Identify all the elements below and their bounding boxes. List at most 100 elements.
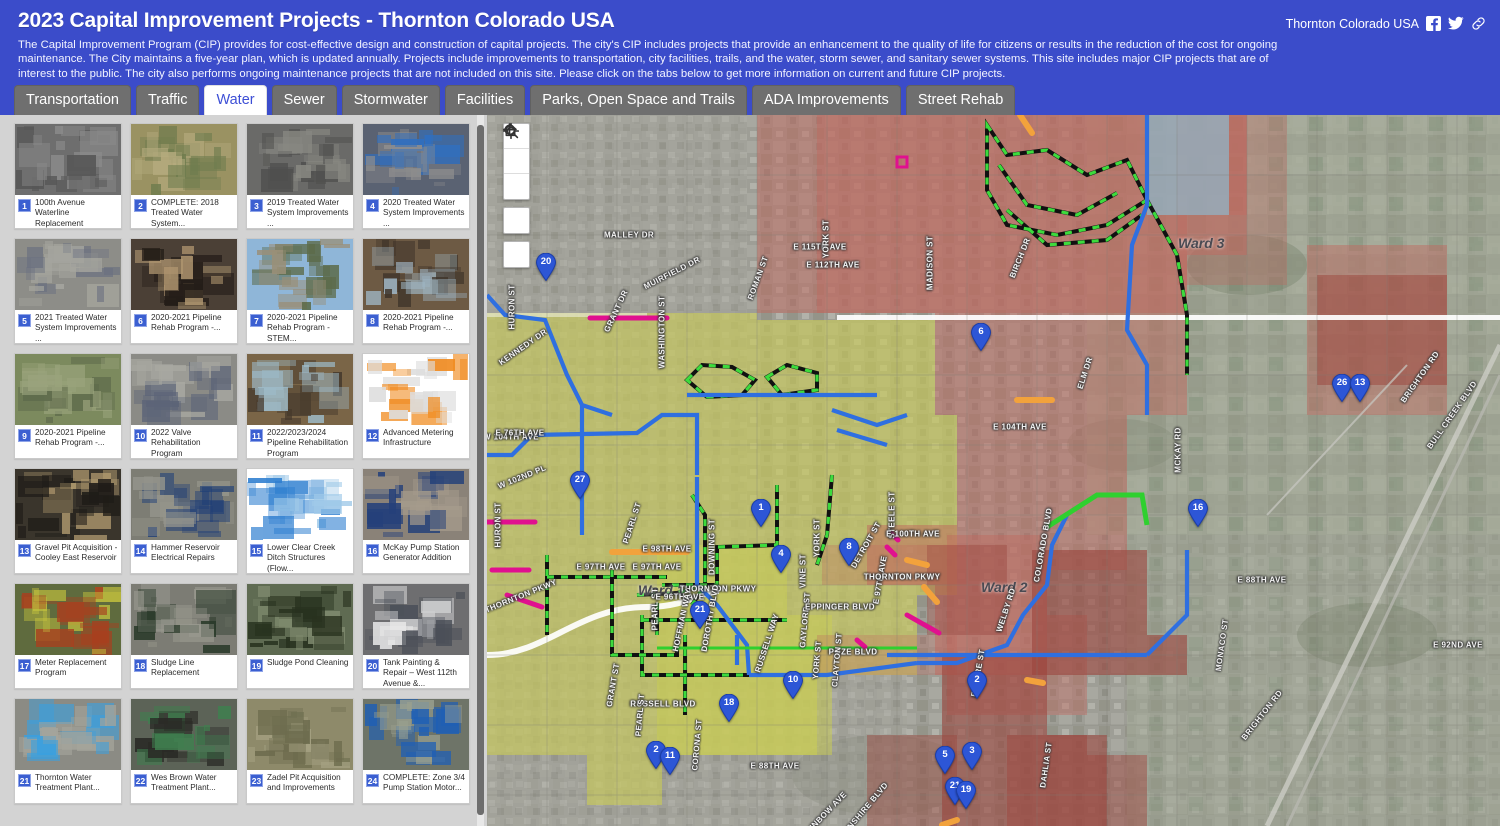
project-thumbnail[interactable] xyxy=(131,239,237,310)
project-number-badge: 7 xyxy=(250,314,263,327)
tab-transportation[interactable]: Transportation xyxy=(14,84,131,115)
project-card[interactable]: 5 2021 Treated Water System Improvements … xyxy=(14,238,122,344)
project-thumbnail[interactable] xyxy=(247,699,353,770)
project-caption: 4 2020 Treated Water System Improvements … xyxy=(363,195,469,228)
project-thumbnail[interactable] xyxy=(247,469,353,540)
map-marker[interactable]: 3 xyxy=(961,742,983,770)
project-card[interactable]: 24 COMPLETE: Zone 3/4 Pump Station Motor.… xyxy=(362,698,470,804)
project-thumbnail[interactable] xyxy=(247,354,353,425)
map-marker[interactable]: 5 xyxy=(934,746,956,774)
project-card[interactable]: 12 Advanced Metering Infrastructure xyxy=(362,353,470,459)
project-card[interactable]: 22 Wes Brown Water Treatment Plant... xyxy=(130,698,238,804)
project-title: Lower Clear Creek Ditch Structures (Flow… xyxy=(267,543,336,573)
home-button[interactable] xyxy=(503,123,529,174)
project-thumbnail[interactable] xyxy=(15,354,121,425)
project-card[interactable]: 4 2020 Treated Water System Improvements … xyxy=(362,123,470,229)
map-marker[interactable]: 11 xyxy=(659,747,681,775)
project-card[interactable]: 1 100th Avenue Waterline Replacement Down… xyxy=(14,123,122,229)
tab-street-rehab[interactable]: Street Rehab xyxy=(905,84,1016,115)
map-marker[interactable]: 4 xyxy=(770,545,792,573)
tab-water[interactable]: Water xyxy=(204,84,267,115)
map-marker[interactable]: 1 xyxy=(750,499,772,527)
project-card[interactable]: 17 Meter Replacement Program xyxy=(14,583,122,689)
project-card[interactable]: 15 Lower Clear Creek Ditch Structures (Fl… xyxy=(246,468,354,574)
project-card[interactable]: 3 2019 Treated Water System Improvements … xyxy=(246,123,354,229)
project-thumbnail[interactable] xyxy=(15,584,121,655)
project-thumbnail[interactable] xyxy=(363,354,469,425)
project-thumbnail[interactable] xyxy=(15,239,121,310)
project-card[interactable]: 10 2022 Valve Rehabilitation Program xyxy=(130,353,238,459)
project-card[interactable]: 7 2020-2021 Pipeline Rehab Program - STEM… xyxy=(246,238,354,344)
tab-sewer[interactable]: Sewer xyxy=(271,84,337,115)
map-marker[interactable]: 2 xyxy=(966,671,988,699)
map-marker[interactable]: 16 xyxy=(1187,499,1209,527)
project-card[interactable]: 23 Zadel Pit Acquisition and Improvements xyxy=(246,698,354,804)
project-thumbnail[interactable] xyxy=(363,699,469,770)
link-icon[interactable] xyxy=(1471,16,1486,31)
project-thumbnail[interactable] xyxy=(131,584,237,655)
search-button[interactable] xyxy=(504,124,529,267)
facebook-icon[interactable] xyxy=(1426,16,1441,31)
project-thumbnail[interactable] xyxy=(363,469,469,540)
map-marker[interactable]: 20 xyxy=(535,253,557,281)
map-marker[interactable]: 18 xyxy=(718,694,740,722)
map-marker[interactable]: 13 xyxy=(1349,374,1371,402)
zoom-out-button[interactable] xyxy=(503,128,529,199)
project-title: 2020-2021 Pipeline Rehab Program -... xyxy=(151,313,222,333)
project-number-badge: 5 xyxy=(18,314,31,327)
project-thumbnail[interactable] xyxy=(131,699,237,770)
project-title: 100th Avenue Waterline Replacement Downi… xyxy=(35,198,85,228)
twitter-icon[interactable] xyxy=(1448,16,1464,31)
project-title: 2019 Treated Water System Improvements .… xyxy=(267,198,349,228)
project-thumbnail[interactable] xyxy=(247,239,353,310)
project-thumbnail[interactable] xyxy=(131,354,237,425)
tab-parks-open-space-and-trails[interactable]: Parks, Open Space and Trails xyxy=(530,84,747,115)
project-thumbnail[interactable] xyxy=(363,124,469,195)
project-title: Sludge Line Replacement xyxy=(151,658,200,678)
locate-button[interactable] xyxy=(503,123,529,233)
gallery-scrollbar-thumb[interactable] xyxy=(477,125,484,815)
control-spacer xyxy=(503,200,530,207)
project-card[interactable]: 13 Gravel Pit Acquisition - Cooley East R… xyxy=(14,468,122,574)
project-card[interactable]: 8 2020-2021 Pipeline Rehab Program -... xyxy=(362,238,470,344)
project-card[interactable]: 6 2020-2021 Pipeline Rehab Program -... xyxy=(130,238,238,344)
project-caption: 22 Wes Brown Water Treatment Plant... xyxy=(131,770,237,803)
project-title: Thornton Water Treatment Plant... xyxy=(35,773,100,793)
page-header: Thornton Colorado USA 2023 Capital Impro… xyxy=(0,0,1500,115)
map-marker[interactable]: 19 xyxy=(955,781,977,809)
map-marker[interactable]: 6 xyxy=(970,323,992,351)
project-card[interactable]: 16 McKay Pump Station Generator Addition xyxy=(362,468,470,574)
project-card[interactable]: 2 COMPLETE: 2018 Treated Water System... xyxy=(130,123,238,229)
project-number-badge: 4 xyxy=(366,199,379,212)
map-marker[interactable]: 10 xyxy=(782,671,804,699)
project-caption: 10 2022 Valve Rehabilitation Program xyxy=(131,425,237,458)
project-card[interactable]: 11 2022/2023/2024 Pipeline Rehabilitation… xyxy=(246,353,354,459)
project-thumbnail[interactable] xyxy=(15,469,121,540)
project-card[interactable]: 20 Tank Painting & Repair – West 112th Av… xyxy=(362,583,470,689)
project-thumbnail[interactable] xyxy=(363,239,469,310)
project-card[interactable]: 9 2020-2021 Pipeline Rehab Program -... xyxy=(14,353,122,459)
project-title: Wes Brown Water Treatment Plant... xyxy=(151,773,217,793)
project-thumbnail[interactable] xyxy=(15,699,121,770)
tab-stormwater[interactable]: Stormwater xyxy=(341,84,440,115)
map-marker[interactable]: 27 xyxy=(569,471,591,499)
tab-traffic[interactable]: Traffic xyxy=(135,84,200,115)
gallery-scrollbar[interactable] xyxy=(477,115,484,826)
project-title: Advanced Metering Infrastructure xyxy=(383,428,454,448)
project-card[interactable]: 14 Hammer Reservoir Electrical Repairs xyxy=(130,468,238,574)
map-marker[interactable]: 21 xyxy=(689,601,711,629)
map-viewport[interactable]: Ward 3 Ward 1 Ward 2 MALLEY DR E 115TH AVE E… xyxy=(487,115,1500,826)
project-thumbnail[interactable] xyxy=(247,584,353,655)
project-thumbnail[interactable] xyxy=(15,124,121,195)
tab-facilities[interactable]: Facilities xyxy=(444,84,526,115)
project-card[interactable]: 21 Thornton Water Treatment Plant... xyxy=(14,698,122,804)
project-thumbnail[interactable] xyxy=(247,124,353,195)
project-thumbnail[interactable] xyxy=(131,124,237,195)
project-card[interactable]: 19 Sludge Pond Cleaning xyxy=(246,583,354,689)
project-thumbnail[interactable] xyxy=(131,469,237,540)
project-caption: 24 COMPLETE: Zone 3/4 Pump Station Motor.… xyxy=(363,770,469,803)
map-marker[interactable]: 8 xyxy=(838,538,860,566)
project-thumbnail[interactable] xyxy=(363,584,469,655)
tab-ada-improvements[interactable]: ADA Improvements xyxy=(751,84,901,115)
project-card[interactable]: 18 Sludge Line Replacement xyxy=(130,583,238,689)
